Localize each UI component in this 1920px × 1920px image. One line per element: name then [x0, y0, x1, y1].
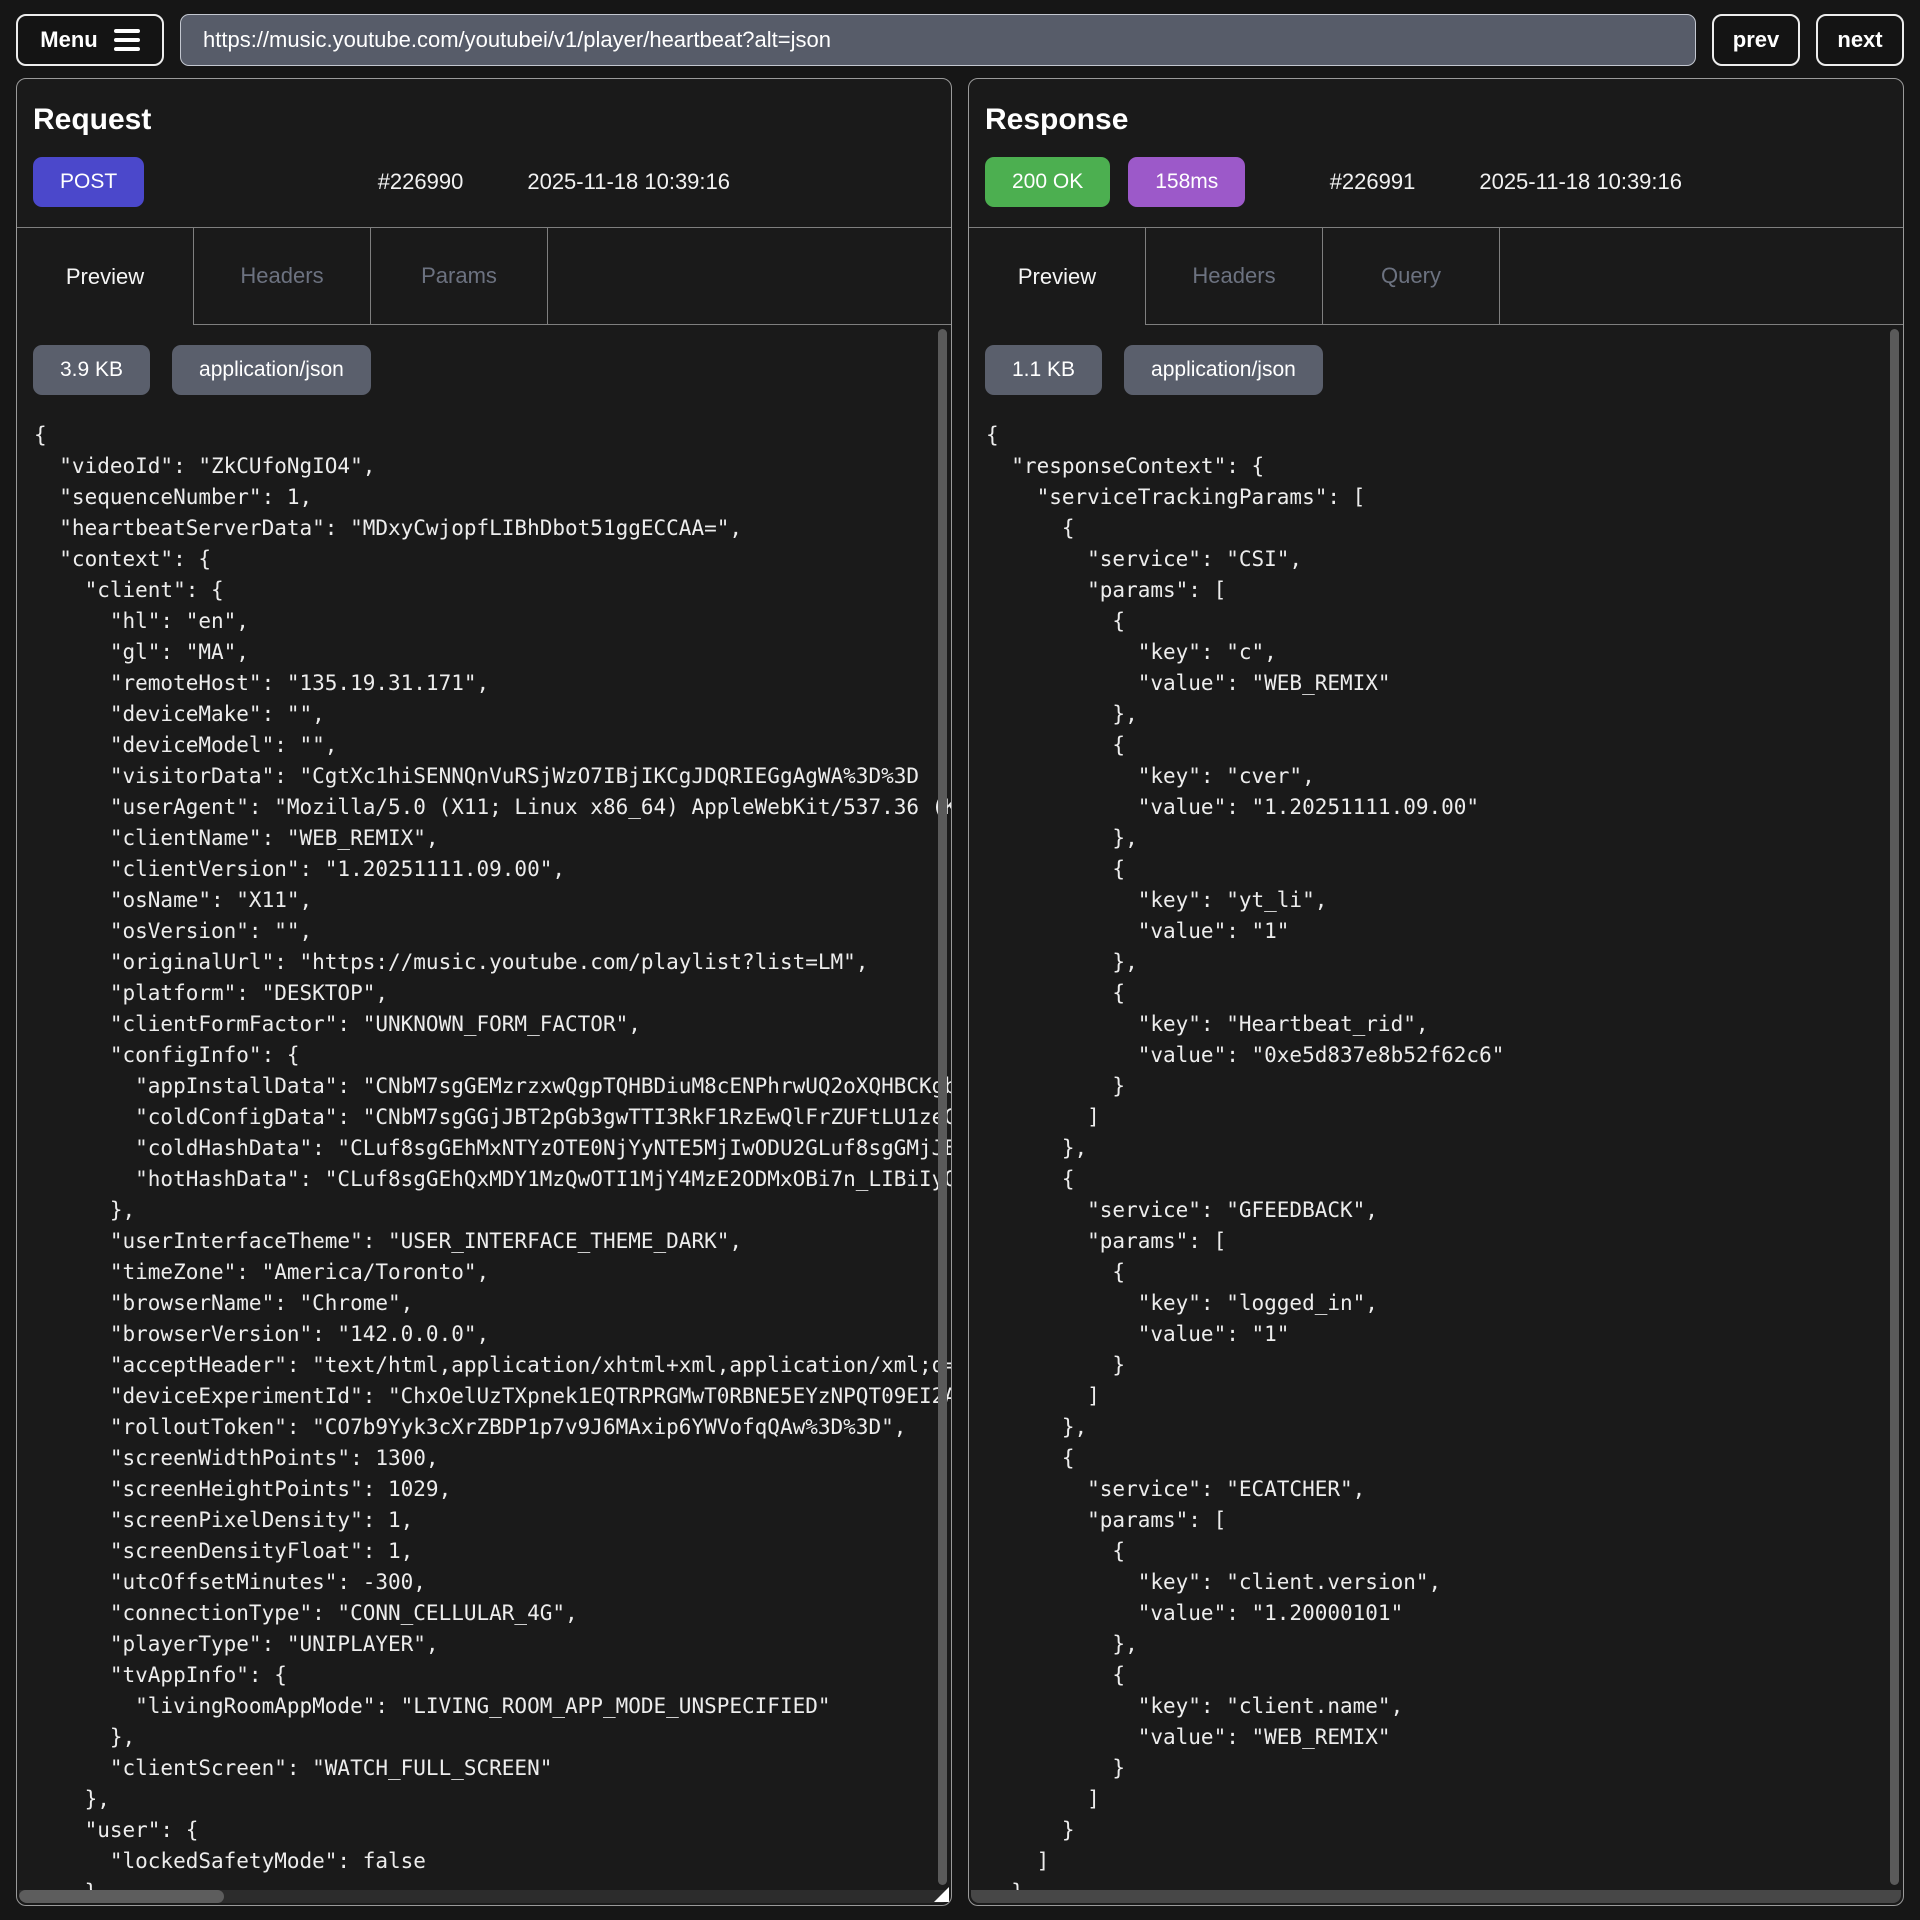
response-meta-row: 200 OK 158ms #226991 2025-11-18 10:39:16 [985, 157, 1887, 207]
request-timestamp: 2025-11-18 10:39:16 [527, 169, 730, 195]
content-type-badge: application/json [1124, 345, 1323, 395]
request-panel: Request POST #226990 2025-11-18 10:39:16… [16, 78, 952, 1906]
duration-badge: 158ms [1128, 157, 1245, 207]
url-input[interactable] [180, 14, 1696, 66]
request-body-meta: 3.9 KB application/json [33, 345, 951, 395]
response-body: 1.1 KB application/json { "responseConte… [969, 325, 1903, 1905]
request-meta-row: POST #226990 2025-11-18 10:39:16 [33, 157, 935, 207]
tabs-filler [1500, 228, 1903, 325]
top-toolbar: Menu prev next [0, 0, 1920, 78]
request-horizontal-scrollbar-track[interactable] [19, 1890, 949, 1903]
menu-button-label: Menu [40, 27, 97, 53]
tab-preview[interactable]: Preview [969, 228, 1146, 325]
menu-button[interactable]: Menu [16, 14, 164, 66]
response-header: Response 200 OK 158ms #226991 2025-11-18… [969, 79, 1903, 227]
request-vertical-scrollbar[interactable] [938, 329, 947, 1885]
response-title: Response [985, 103, 1887, 137]
request-title: Request [33, 103, 935, 137]
response-horizontal-scrollbar-track[interactable] [971, 1890, 1901, 1903]
tab-query[interactable]: Query [1323, 228, 1500, 325]
tab-preview[interactable]: Preview [17, 228, 194, 325]
payload-size-badge: 1.1 KB [985, 345, 1102, 395]
method-badge: POST [33, 157, 144, 207]
response-horizontal-scrollbar-thumb[interactable] [971, 1890, 1901, 1903]
content-type-badge: application/json [172, 345, 371, 395]
request-json-preview: { "videoId": "ZkCUfoNgIO4", "sequenceNum… [17, 420, 951, 1905]
tab-headers[interactable]: Headers [194, 228, 371, 325]
prev-button[interactable]: prev [1712, 14, 1800, 66]
response-vertical-scrollbar[interactable] [1890, 329, 1899, 1885]
status-badge: 200 OK [985, 157, 1110, 207]
tabs-filler [548, 228, 951, 325]
response-tabs: Preview Headers Query [969, 227, 1903, 325]
tab-params[interactable]: Params [371, 228, 548, 325]
request-horizontal-scrollbar-thumb[interactable] [19, 1890, 224, 1903]
response-json-preview: { "responseContext": { "serviceTrackingP… [969, 420, 1903, 1905]
resize-grip-icon[interactable] [934, 1887, 949, 1902]
response-timestamp: 2025-11-18 10:39:16 [1479, 169, 1682, 195]
next-button[interactable]: next [1816, 14, 1904, 66]
request-header: Request POST #226990 2025-11-18 10:39:16 [17, 79, 951, 227]
request-body: 3.9 KB application/json { "videoId": "Zk… [17, 325, 951, 1905]
request-id: #226990 [378, 169, 464, 195]
response-id: #226991 [1330, 169, 1416, 195]
request-tabs: Preview Headers Params [17, 227, 951, 325]
payload-size-badge: 3.9 KB [33, 345, 150, 395]
tab-headers[interactable]: Headers [1146, 228, 1323, 325]
response-body-meta: 1.1 KB application/json [985, 345, 1903, 395]
split-view: Request POST #226990 2025-11-18 10:39:16… [0, 78, 1920, 1906]
response-panel: Response 200 OK 158ms #226991 2025-11-18… [968, 78, 1904, 1906]
hamburger-icon [114, 29, 140, 51]
